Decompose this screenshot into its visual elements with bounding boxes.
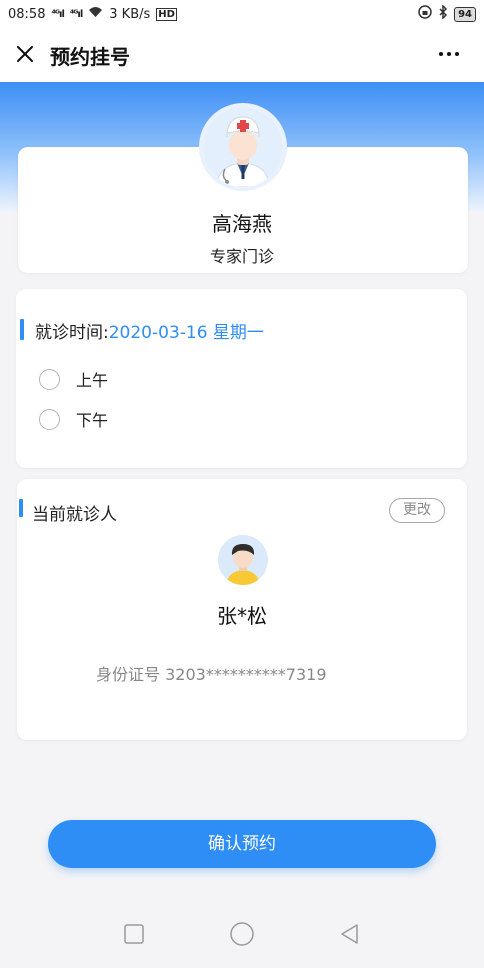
nav-home-button[interactable] xyxy=(228,920,256,948)
patient-name: 张*松 xyxy=(217,604,267,628)
nav-recent-button[interactable] xyxy=(120,920,148,948)
signal-icon-2: ⁴ᴳıl xyxy=(69,8,83,20)
confirm-appointment-button[interactable]: 确认预约 xyxy=(48,820,436,868)
more-icon xyxy=(439,52,443,56)
network-speed: 3 KB/s xyxy=(109,6,151,22)
system-nav-bar xyxy=(0,900,484,968)
avatar-icon xyxy=(218,535,268,585)
more-icon-dot xyxy=(455,52,459,56)
page-title: 预约挂号 xyxy=(50,45,130,69)
radio-label-afternoon: 下午 xyxy=(76,411,109,430)
triangle-back-icon xyxy=(341,924,358,944)
app-header: 预约挂号 xyxy=(0,28,484,82)
radio-option-morning[interactable]: 上午 xyxy=(39,367,108,391)
radio-label-morning: 上午 xyxy=(76,371,109,390)
visit-time-label: 就诊时间:2020-03-16 星期一 xyxy=(35,318,264,343)
close-button[interactable] xyxy=(14,40,36,68)
patient-section-title: 当前就诊人 xyxy=(32,505,117,525)
signal-icon: ⁴ᴳıl xyxy=(51,8,64,20)
doctor-icon xyxy=(203,107,283,187)
visit-time-caption: 就诊时间: xyxy=(35,323,109,343)
more-icon-dot xyxy=(447,52,451,56)
patient-avatar xyxy=(218,535,268,585)
radio-option-afternoon[interactable]: 下午 xyxy=(39,407,108,431)
status-right: 94 xyxy=(418,4,476,23)
hd-icon: HD xyxy=(156,7,177,21)
doctor-clinic-type: 专家门诊 xyxy=(209,247,274,266)
doctor-avatar xyxy=(199,103,287,191)
patient-id-number: 身份证号 3203**********7319 xyxy=(96,665,327,684)
status-bar: 08:58 ⁴ᴳıl ⁴ᴳıl 3 KB/s HD 94 xyxy=(0,0,484,28)
bluetooth-icon xyxy=(438,4,448,23)
status-left: 08:58 ⁴ᴳıl ⁴ᴳıl 3 KB/s HD xyxy=(8,6,177,22)
section-marker xyxy=(20,319,24,340)
section-marker xyxy=(19,499,23,517)
circle-icon xyxy=(230,922,254,946)
nav-back-button[interactable] xyxy=(336,920,364,948)
wifi-icon xyxy=(88,6,103,22)
more-button[interactable] xyxy=(434,40,464,68)
radio-circle[interactable] xyxy=(39,408,60,430)
close-icon xyxy=(17,46,33,62)
doctor-name: 高海燕 xyxy=(212,212,272,236)
status-time: 08:58 xyxy=(8,6,46,22)
radio-circle[interactable] xyxy=(39,368,60,390)
visit-time-value: 2020-03-16 星期一 xyxy=(108,323,264,343)
change-patient-button[interactable]: 更改 xyxy=(389,498,445,523)
lock-rotation-icon xyxy=(418,5,432,23)
square-icon xyxy=(124,924,144,944)
battery-icon: 94 xyxy=(454,6,476,22)
